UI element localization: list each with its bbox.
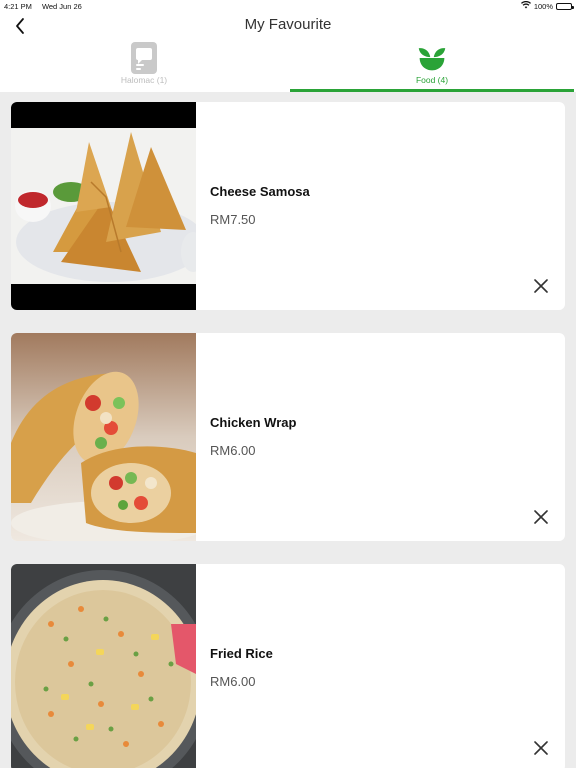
- tab-halomac-label: Halomac (1): [120, 75, 168, 85]
- item-price: RM7.50: [210, 212, 256, 227]
- close-icon: [534, 741, 548, 755]
- item-name: Cheese Samosa: [210, 184, 310, 199]
- tab-bar: Halomac (1) Food (4): [0, 42, 576, 92]
- header: My Favourite Halomac (1) Food (4): [0, 12, 576, 92]
- salad-bowl-icon: [417, 42, 447, 74]
- status-date: Wed Jun 26: [41, 1, 82, 11]
- item-price: RM6.00: [210, 674, 256, 689]
- item-name: Chicken Wrap: [210, 415, 297, 430]
- battery-percent: 100%: [533, 1, 553, 11]
- status-right: 100%: [520, 0, 574, 11]
- remove-favourite-button[interactable]: [531, 738, 551, 758]
- favourite-item-card[interactable]: Cheese Samosa RM7.50: [11, 102, 565, 310]
- favourite-list: Cheese Samosa RM7.50 Chicken Wrap RM6.00…: [0, 92, 576, 768]
- page-title: My Favourite: [244, 16, 332, 33]
- item-price: RM6.00: [210, 443, 256, 458]
- item-name: Fried Rice: [210, 646, 273, 661]
- tab-food[interactable]: Food (4): [288, 42, 576, 92]
- close-icon: [534, 279, 548, 293]
- fried-rice-photo: [11, 564, 196, 768]
- status-time: 4:21 PM: [4, 1, 32, 11]
- remove-favourite-button[interactable]: [531, 276, 551, 296]
- cheese-samosa-photo: [11, 102, 196, 310]
- battery-icon: [556, 2, 574, 10]
- tab-food-label: Food (4): [415, 75, 449, 85]
- favourite-item-card[interactable]: Chicken Wrap RM6.00: [11, 333, 565, 541]
- tab-halomac[interactable]: Halomac (1): [0, 42, 288, 92]
- remove-favourite-button[interactable]: [531, 507, 551, 527]
- favourite-item-card[interactable]: Fried Rice RM6.00: [11, 564, 565, 768]
- status-bar: 4:21 PM Wed Jun 26 100%: [0, 0, 576, 12]
- halomac-icon: [129, 42, 159, 74]
- chicken-wrap-photo: [11, 333, 196, 541]
- wifi-icon: [520, 0, 531, 11]
- close-icon: [534, 510, 548, 524]
